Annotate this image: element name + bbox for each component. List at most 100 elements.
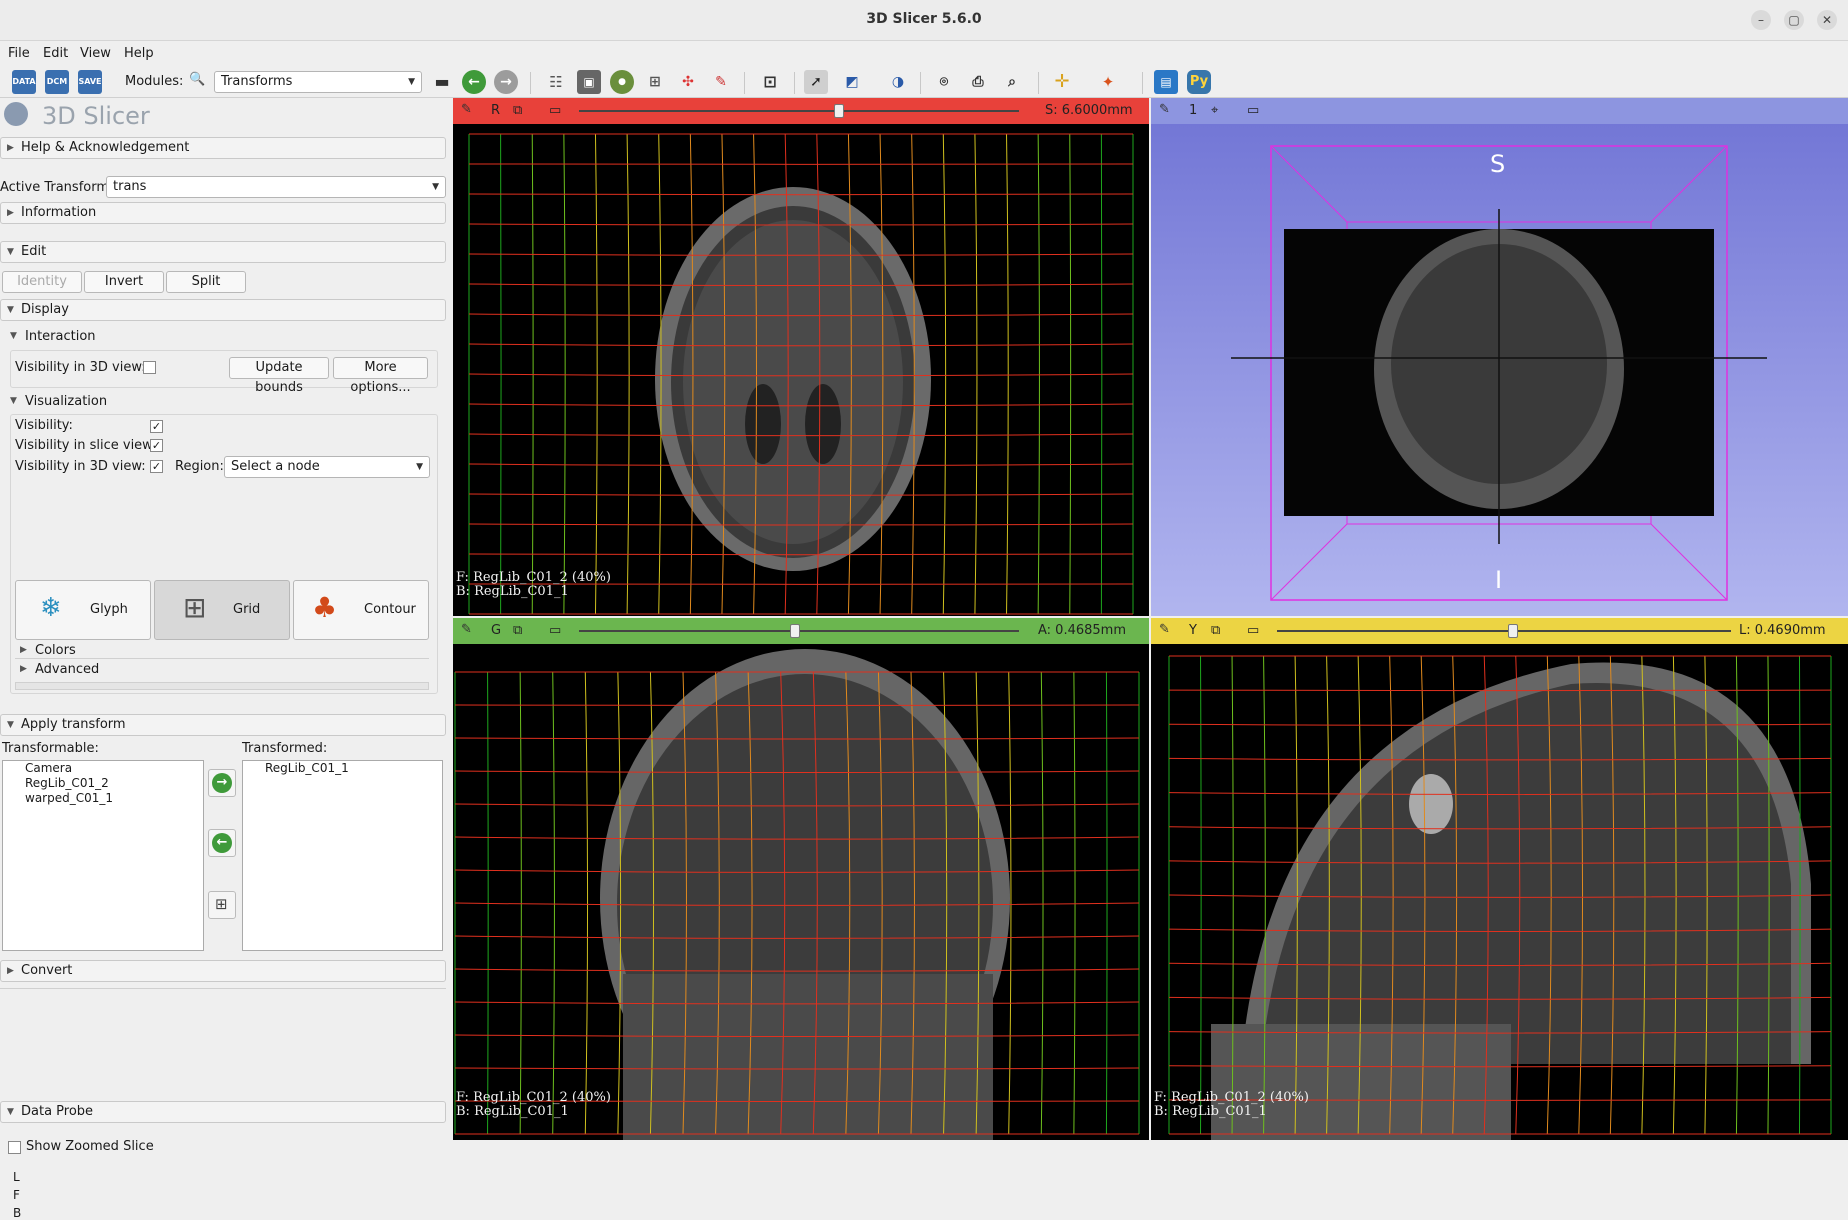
screenshot-icon[interactable]: ⌾ bbox=[932, 70, 956, 94]
layout-icon[interactable]: ⊡ bbox=[758, 70, 782, 94]
glyph-mode-button[interactable]: ❄ Glyph bbox=[15, 580, 151, 640]
yellow-slice-slider-handle[interactable] bbox=[1508, 624, 1519, 638]
maximize-view-icon[interactable]: ▭ bbox=[549, 103, 561, 118]
threed-view[interactable]: S I bbox=[1151, 124, 1848, 616]
visibility-3d-checkbox[interactable]: ✓ bbox=[150, 460, 163, 473]
yellow-slice-slider[interactable] bbox=[1277, 630, 1731, 632]
active-transform-label: Active Transform: bbox=[0, 180, 114, 195]
help-section-header[interactable]: ▶ Help & Acknowledgement bbox=[0, 137, 446, 159]
convert-section-header[interactable]: ▶ Convert bbox=[0, 960, 446, 982]
yellow-slice-image bbox=[1168, 655, 1832, 1140]
probe-l-label: L bbox=[13, 1170, 20, 1184]
data-probe-section-header[interactable]: ▼ Data Probe bbox=[0, 1101, 446, 1123]
pin-icon[interactable]: ✎ bbox=[1159, 102, 1170, 117]
menu-help[interactable]: Help bbox=[124, 46, 154, 61]
list-item[interactable]: Camera bbox=[3, 761, 203, 776]
scene-view-icon[interactable]: ✦ bbox=[1096, 70, 1120, 94]
active-transform-selector[interactable]: trans ▼ bbox=[106, 176, 446, 198]
markups-module-icon[interactable]: ✣ bbox=[676, 70, 700, 94]
show-zoomed-slice-checkbox[interactable] bbox=[8, 1141, 21, 1154]
region-selector[interactable]: Select a node ▼ bbox=[224, 456, 430, 478]
transformed-list[interactable]: RegLib_C01_1 bbox=[242, 760, 443, 951]
forward-arrow-icon[interactable]: → bbox=[494, 70, 518, 94]
transformed-label: Transformed: bbox=[242, 741, 328, 756]
green-foreground-label: F: RegLib_C01_2 (40%) bbox=[456, 1090, 611, 1105]
load-dicom-button[interactable]: DCM bbox=[45, 70, 69, 94]
more-options-button[interactable]: More options... bbox=[333, 357, 428, 395]
harden-transform-button[interactable]: ⊞ bbox=[208, 891, 236, 919]
information-section-header[interactable]: ▶ Information bbox=[0, 202, 446, 224]
volumes-module-icon[interactable]: ▣ bbox=[577, 70, 601, 94]
display-section-header[interactable]: ▼ Display bbox=[0, 299, 446, 321]
pin-icon[interactable]: ✎ bbox=[461, 622, 472, 637]
apply-transform-section-header[interactable]: ▼ Apply transform bbox=[0, 714, 446, 736]
visibility-checkbox[interactable]: ✓ bbox=[150, 420, 163, 433]
maximize-view-icon[interactable]: ▭ bbox=[549, 623, 561, 638]
red-slice-slider-handle[interactable] bbox=[833, 104, 844, 118]
extension-manager-icon[interactable]: ▤ bbox=[1154, 70, 1178, 94]
split-button[interactable]: Split bbox=[166, 271, 246, 293]
red-background-label: B: RegLib_C01_1 bbox=[456, 584, 569, 599]
identity-button[interactable]: Identity bbox=[2, 271, 82, 293]
data-module-icon[interactable]: ☷ bbox=[544, 70, 568, 94]
divider bbox=[0, 988, 446, 989]
pin-icon[interactable]: ✎ bbox=[1159, 622, 1170, 637]
segment-editor-icon[interactable]: ✎ bbox=[709, 70, 733, 94]
grid-icon: ⊞ bbox=[183, 591, 207, 624]
pointer-icon[interactable]: ➚ bbox=[804, 70, 828, 94]
green-slice-slider-handle[interactable] bbox=[789, 624, 800, 638]
back-arrow-icon[interactable]: ← bbox=[462, 70, 486, 94]
module-selector[interactable]: Transforms ▼ bbox=[214, 71, 422, 93]
visibility-slice-checkbox[interactable]: ✓ bbox=[150, 439, 163, 452]
remove-transform-button[interactable]: ← bbox=[208, 829, 236, 857]
link-icon[interactable]: ⧉ bbox=[1211, 623, 1220, 638]
menu-file[interactable]: File bbox=[8, 46, 30, 61]
link-icon[interactable]: ⧉ bbox=[513, 103, 522, 118]
colors-subsection-header[interactable]: Colors bbox=[35, 643, 76, 658]
maximize-icon[interactable]: ▢ bbox=[1784, 10, 1804, 30]
green-slice-view[interactable]: F: RegLib_C01_2 (40%) B: RegLib_C01_1 bbox=[453, 644, 1149, 1140]
advanced-subsection-header[interactable]: Advanced bbox=[35, 662, 99, 677]
collapsed-arrow-icon: ▶ bbox=[20, 664, 27, 674]
module-list-icon[interactable]: ▬ bbox=[430, 70, 454, 94]
minimize-icon[interactable]: – bbox=[1751, 10, 1771, 30]
center-view-icon[interactable]: ⌖ bbox=[1211, 103, 1218, 118]
transforms-module-icon[interactable]: ⊞ bbox=[643, 70, 667, 94]
red-slice-view[interactable]: F: RegLib_C01_2 (40%) B: RegLib_C01_1 bbox=[453, 124, 1149, 616]
window-level-icon[interactable]: ◑ bbox=[886, 70, 910, 94]
visualization-subsection-header[interactable]: Visualization bbox=[25, 394, 107, 409]
module-panel: 3D Slicer ▶ Help & Acknowledgement Active… bbox=[0, 98, 452, 1220]
edit-section-header[interactable]: ▼ Edit bbox=[0, 241, 446, 263]
crosshair-camera-icon[interactable]: ⎙ bbox=[966, 70, 990, 94]
crosshair-icon[interactable]: ✛ bbox=[1050, 70, 1074, 94]
transformable-list[interactable]: Camera RegLib_C01_2 warped_C01_1 bbox=[2, 760, 204, 951]
contour-mode-button[interactable]: ♣ Contour bbox=[293, 580, 429, 640]
python-console-icon[interactable]: Py bbox=[1187, 70, 1211, 94]
save-button[interactable]: SAVE bbox=[78, 70, 102, 94]
yellow-slice-view[interactable]: F: RegLib_C01_2 (40%) B: RegLib_C01_1 bbox=[1151, 644, 1848, 1140]
red-slice-slider[interactable] bbox=[579, 110, 1019, 112]
list-item[interactable]: RegLib_C01_1 bbox=[243, 761, 442, 776]
pin-icon[interactable]: ✎ bbox=[461, 102, 472, 117]
models-module-icon[interactable]: ● bbox=[610, 70, 634, 94]
module-search-icon[interactable]: 🔍 bbox=[189, 72, 205, 87]
invert-button[interactable]: Invert bbox=[84, 271, 164, 293]
interaction-vis3d-checkbox[interactable] bbox=[143, 361, 156, 374]
apply-transform-button[interactable]: → bbox=[208, 769, 236, 797]
link-icon[interactable]: ⧉ bbox=[513, 623, 522, 638]
maximize-view-icon[interactable]: ▭ bbox=[1247, 103, 1259, 118]
grid-mode-button[interactable]: ⊞ Grid bbox=[154, 580, 290, 640]
show-zoomed-slice-label: Show Zoomed Slice bbox=[26, 1139, 154, 1154]
update-bounds-button[interactable]: Update bounds bbox=[229, 357, 329, 395]
menu-edit[interactable]: Edit bbox=[43, 46, 68, 61]
interaction-subsection-header[interactable]: Interaction bbox=[25, 329, 96, 344]
load-data-button[interactable]: DATA bbox=[12, 70, 36, 94]
threed-view-label: 1 bbox=[1189, 103, 1198, 118]
zoom-icon[interactable]: ⌕ bbox=[1000, 70, 1024, 94]
list-item[interactable]: RegLib_C01_2 bbox=[3, 776, 203, 791]
maximize-view-icon[interactable]: ▭ bbox=[1247, 623, 1259, 638]
place-markup-icon[interactable]: ◩ bbox=[840, 70, 864, 94]
menu-view[interactable]: View bbox=[80, 46, 111, 61]
list-item[interactable]: warped_C01_1 bbox=[3, 791, 203, 806]
close-icon[interactable]: ✕ bbox=[1817, 10, 1837, 30]
